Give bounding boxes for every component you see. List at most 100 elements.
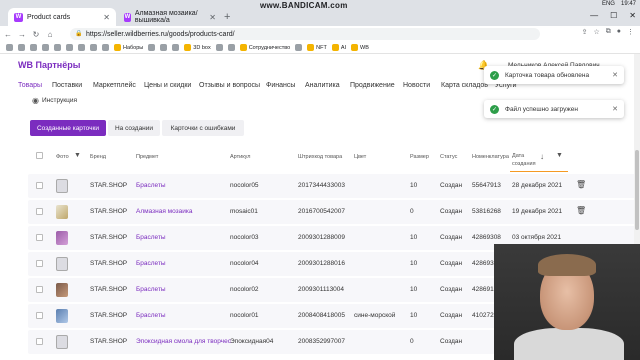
row-checkbox[interactable] — [36, 208, 43, 215]
site-icon — [148, 44, 156, 51]
tab-product-cards[interactable]: W Product cards ✕ — [8, 8, 116, 26]
instruction-link[interactable]: ◉ Инструкция — [32, 96, 77, 105]
share-icon[interactable]: ⇪ — [582, 28, 588, 36]
table-row[interactable]: STAR.SHOP Алмазная мозаика mosaic01 2016… — [28, 200, 640, 224]
row-checkbox[interactable] — [36, 182, 43, 189]
folder-icon — [239, 44, 247, 51]
bookmark-icon-13[interactable] — [227, 44, 235, 51]
tab-close-icon[interactable]: ✕ — [209, 13, 216, 22]
sort-down-icon[interactable]: ↓ — [540, 152, 544, 161]
bookmark-nft[interactable]: NFT — [307, 44, 327, 51]
bookmark-icon-7[interactable] — [90, 44, 97, 51]
bookmark-icon-8[interactable] — [102, 44, 109, 51]
minimize-icon[interactable]: — — [590, 11, 598, 20]
menu-item-news[interactable]: Новости — [403, 82, 430, 89]
menu-dots-icon[interactable]: ⋮ — [627, 28, 634, 36]
row-checkbox[interactable] — [36, 312, 43, 319]
bookmark-ai[interactable]: AI — [331, 44, 346, 51]
url-text: https://seller.wildberries.ru/goods/prod… — [86, 30, 235, 38]
cell-barcode: 2008408418005 — [298, 312, 345, 319]
back-icon[interactable]: ← — [2, 30, 14, 39]
bookmark-collab[interactable]: Сотрудничество — [239, 44, 290, 51]
bookmark-icon-5[interactable] — [66, 44, 73, 51]
bookmark-icon-6[interactable] — [78, 44, 85, 51]
cell-subject[interactable]: Браслеты — [136, 312, 166, 319]
star-icon[interactable]: ☆ — [593, 28, 599, 36]
menu-item-goods[interactable]: Товары — [18, 82, 42, 89]
cell-subject[interactable]: Браслеты — [136, 260, 166, 267]
row-checkbox[interactable] — [36, 286, 43, 293]
bookmark-icon-9[interactable] — [148, 44, 156, 51]
row-checkbox[interactable] — [36, 338, 43, 345]
new-tab-icon[interactable]: + — [224, 11, 230, 23]
bookmark-icon-14[interactable] — [295, 44, 303, 51]
filter-icon[interactable]: ▼ — [74, 152, 81, 159]
cell-color: сине-морской — [354, 312, 396, 319]
cell-subject[interactable]: Браслеты — [136, 286, 166, 293]
bookmark-icon-3[interactable] — [42, 44, 49, 51]
close-window-icon[interactable]: ✕ — [629, 11, 636, 20]
cell-status: Создан — [440, 260, 463, 267]
menu-item-analytics[interactable]: Аналитика — [305, 82, 340, 89]
row-checkbox[interactable] — [36, 260, 43, 267]
cell-size: 10 — [410, 260, 418, 267]
home-icon[interactable]: ⌂ — [44, 30, 56, 39]
bookmark-icon-1[interactable] — [18, 44, 25, 51]
product-photo[interactable] — [56, 309, 68, 323]
close-icon[interactable]: ✕ — [612, 105, 618, 113]
bookmark-3dbox[interactable]: 3D box — [184, 44, 211, 51]
col-date[interactable]: Дата создания — [512, 152, 542, 168]
site-icon — [172, 44, 180, 51]
window-controls: — ☐ ✕ — [590, 11, 636, 20]
bookmark-icon-11[interactable] — [172, 44, 180, 51]
profile-icon[interactable]: ● — [617, 28, 621, 36]
forward-icon[interactable]: → — [16, 30, 28, 39]
cell-subject[interactable]: Браслеты — [136, 182, 166, 189]
trash-icon[interactable]: 🗑 — [576, 206, 586, 215]
bookmark-apps[interactable] — [6, 44, 13, 51]
select-all-checkbox[interactable] — [36, 152, 43, 159]
subtab-created[interactable]: Созданные карточки — [30, 120, 106, 136]
menu-item-marketplace[interactable]: Маркетплейс — [93, 82, 136, 89]
subtab-errors[interactable]: Карточки с ошибками — [162, 120, 244, 136]
cell-subject[interactable]: Алмазная мозаика — [136, 208, 193, 215]
col-brand: Бренд — [90, 154, 106, 160]
tab-close-icon[interactable]: ✕ — [103, 13, 110, 22]
cell-subject[interactable]: Эпоксидная смола для творчес — [136, 338, 231, 345]
address-bar[interactable]: 🔒 https://seller.wildberries.ru/goods/pr… — [70, 28, 540, 40]
site-icon — [42, 44, 49, 51]
row-checkbox[interactable] — [36, 234, 43, 241]
col-color: Цвет — [354, 154, 367, 160]
trash-icon[interactable]: 🗑 — [576, 180, 586, 189]
product-photo[interactable] — [56, 205, 68, 219]
tab-mosaic[interactable]: W Алмазная мозаика/вышивка/а ✕ — [118, 8, 222, 26]
bookmark-nabory[interactable]: Наборы — [114, 44, 143, 51]
menu-item-warehouses[interactable]: Карта складов — [441, 82, 488, 89]
product-photo[interactable] — [56, 283, 68, 297]
bookmark-icon-4[interactable] — [54, 44, 61, 51]
bookmark-icon-10[interactable] — [160, 44, 168, 51]
reload-icon[interactable]: ↻ — [30, 30, 42, 39]
menu-item-reviews[interactable]: Отзывы и вопросы — [199, 82, 260, 89]
maximize-icon[interactable]: ☐ — [610, 11, 617, 20]
menu-item-prices[interactable]: Цены и скидки — [144, 82, 191, 89]
site-icon — [66, 44, 73, 51]
scrollbar-thumb[interactable] — [635, 150, 639, 230]
cell-subject[interactable]: Браслеты — [136, 234, 166, 241]
product-photo[interactable] — [56, 231, 68, 245]
site-logo[interactable]: WB Партнёры — [18, 60, 80, 70]
filter-icon[interactable]: ▼ — [556, 152, 563, 159]
bookmark-wb[interactable]: WB — [351, 44, 369, 51]
col-nomenclature: Номенклатура — [472, 154, 509, 160]
table-row[interactable]: STAR.SHOP Браслеты nocolor05 20173444330… — [28, 174, 640, 198]
bookmark-icon-12[interactable] — [215, 44, 223, 51]
subtab-in-progress[interactable]: На создании — [108, 120, 160, 136]
menu-item-supplies[interactable]: Поставки — [52, 82, 82, 89]
menu-item-promotion[interactable]: Продвижение — [350, 82, 395, 89]
menu-item-finance[interactable]: Финансы — [266, 82, 295, 89]
close-icon[interactable]: ✕ — [612, 71, 618, 79]
cell-date: 19 декабря 2021 — [512, 208, 563, 215]
bookmark-icon-2[interactable] — [30, 44, 37, 51]
cell-article: nocolor04 — [230, 260, 259, 267]
extensions-icon[interactable]: ⧉ — [606, 28, 611, 36]
